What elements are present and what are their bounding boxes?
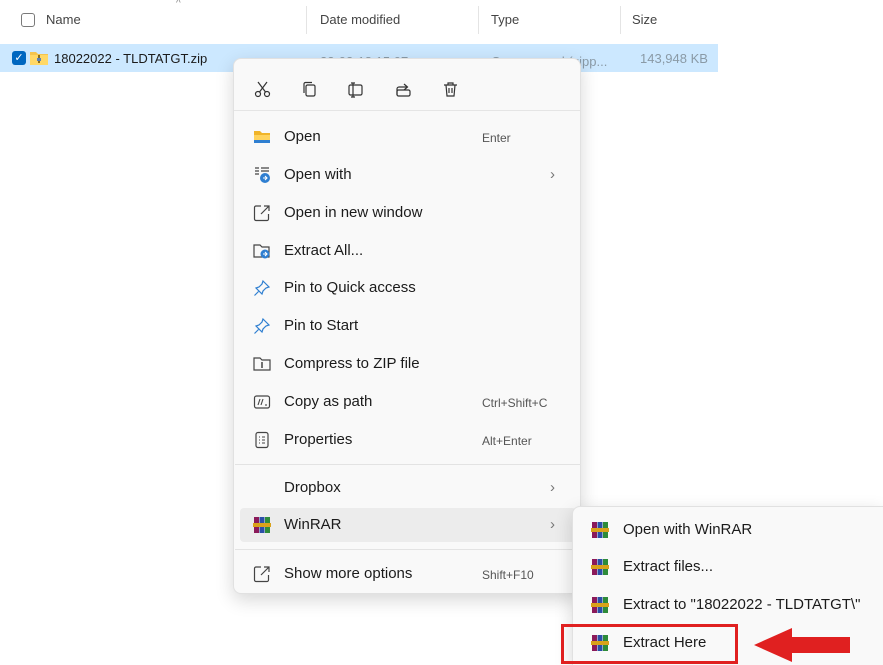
red-arrow-icon — [754, 628, 850, 662]
sort-ascending-icon: ^ — [176, 0, 181, 9]
copy-button[interactable] — [293, 73, 325, 105]
file-list-header: ^ Name Date modified Type Size — [0, 0, 720, 40]
path-icon — [253, 395, 271, 409]
rename-button[interactable] — [339, 73, 371, 105]
chevron-right-icon: › — [550, 166, 555, 183]
select-all-checkbox[interactable] — [21, 13, 35, 27]
zip-icon — [253, 357, 271, 371]
chevron-right-icon: › — [550, 516, 555, 533]
column-header-type[interactable]: Type — [491, 12, 519, 27]
menu-item-shortcut: Enter — [482, 131, 511, 145]
menu-item-label: Open — [284, 128, 321, 145]
zip-folder-icon — [30, 52, 48, 65]
menu-item-winrar[interactable]: WinRAR › — [240, 508, 576, 542]
share-button[interactable] — [387, 73, 419, 105]
column-divider[interactable] — [478, 6, 479, 34]
menu-item-pin-to-quick-access[interactable]: Pin to Quick access — [240, 271, 576, 305]
open-with-icon — [255, 167, 270, 183]
menu-item-label: WinRAR — [284, 516, 342, 533]
menu-item-pin-to-start[interactable]: Pin to Start — [240, 309, 576, 343]
pin-icon — [254, 317, 271, 334]
menu-item-label: Dropbox — [284, 479, 341, 496]
menu-item-label: Compress to ZIP file — [284, 355, 420, 372]
rename-icon — [347, 81, 363, 98]
menu-item-label: Extract All... — [284, 242, 364, 259]
submenu-item-label: Extract to "18022022 - TLDTATGT\" — [623, 596, 861, 613]
share-icon — [395, 83, 411, 97]
submenu-item-extract-files[interactable]: Extract files... — [579, 550, 883, 584]
menu-item-label: Copy as path — [284, 393, 373, 410]
delete-button[interactable] — [434, 73, 466, 105]
menu-item-label: Pin to Quick access — [284, 279, 416, 296]
menu-item-label: Pin to Start — [284, 317, 359, 334]
column-header-name[interactable]: Name — [46, 12, 81, 27]
menu-item-compress-to-zip[interactable]: Compress to ZIP file — [240, 347, 576, 381]
row-checkbox[interactable]: ✓ — [12, 51, 26, 65]
menu-item-open[interactable]: Open Enter — [240, 120, 576, 154]
file-size: 143,948 KB — [640, 51, 708, 66]
folder-icon — [254, 131, 270, 143]
submenu-item-label: Open with WinRAR — [623, 521, 753, 538]
cut-button[interactable] — [246, 73, 278, 105]
cut-icon — [254, 81, 270, 97]
winrar-icon — [591, 522, 609, 538]
submenu-item-open-with-winrar[interactable]: Open with WinRAR — [579, 513, 883, 547]
column-header-size[interactable]: Size — [632, 12, 657, 27]
submenu-item-extract-to-folder[interactable]: Extract to "18022022 - TLDTATGT\" — [579, 588, 883, 622]
menu-item-properties[interactable]: Properties Alt+Enter — [240, 423, 576, 457]
submenu-item-label: Extract files... — [623, 558, 714, 575]
menu-item-copy-as-path[interactable]: Copy as path Ctrl+Shift+C — [240, 385, 576, 419]
menu-item-label: Properties — [284, 431, 353, 448]
more-options-icon — [253, 566, 270, 583]
column-header-date-modified[interactable]: Date modified — [320, 12, 400, 27]
winrar-icon — [591, 597, 609, 613]
column-divider[interactable] — [620, 6, 621, 34]
winrar-icon — [591, 559, 609, 575]
menu-item-shortcut: Alt+Enter — [482, 434, 532, 448]
pin-icon — [254, 279, 271, 296]
menu-divider — [235, 549, 581, 550]
extract-all-icon — [253, 244, 270, 259]
properties-icon — [255, 431, 269, 449]
menu-divider — [235, 464, 581, 465]
menu-item-open-with[interactable]: Open with › — [240, 158, 576, 192]
menu-item-label: Open with — [284, 166, 352, 183]
winrar-icon — [253, 517, 271, 533]
menu-item-show-more-options[interactable]: Show more options Shift+F10 — [240, 557, 576, 591]
menu-item-shortcut: Shift+F10 — [482, 568, 534, 582]
menu-item-shortcut: Ctrl+Shift+C — [482, 396, 548, 410]
copy-icon — [302, 81, 316, 97]
chevron-right-icon: › — [550, 479, 555, 496]
column-divider[interactable] — [306, 6, 307, 34]
context-menu: Open Enter Open with › Open in new windo… — [233, 58, 581, 594]
menu-item-dropbox[interactable]: Dropbox › — [240, 471, 576, 505]
extract-here-highlight — [561, 624, 738, 664]
delete-icon — [443, 81, 457, 97]
new-window-icon — [253, 205, 270, 222]
menu-item-extract-all[interactable]: Extract All... — [240, 234, 576, 268]
menu-item-label: Open in new window — [284, 204, 423, 221]
menu-item-label: Show more options — [284, 565, 413, 582]
menu-item-open-in-new-window[interactable]: Open in new window — [240, 196, 576, 230]
file-name[interactable]: 18022022 - TLDTATGT.zip — [54, 51, 207, 66]
context-menu-toolbar — [234, 59, 580, 111]
